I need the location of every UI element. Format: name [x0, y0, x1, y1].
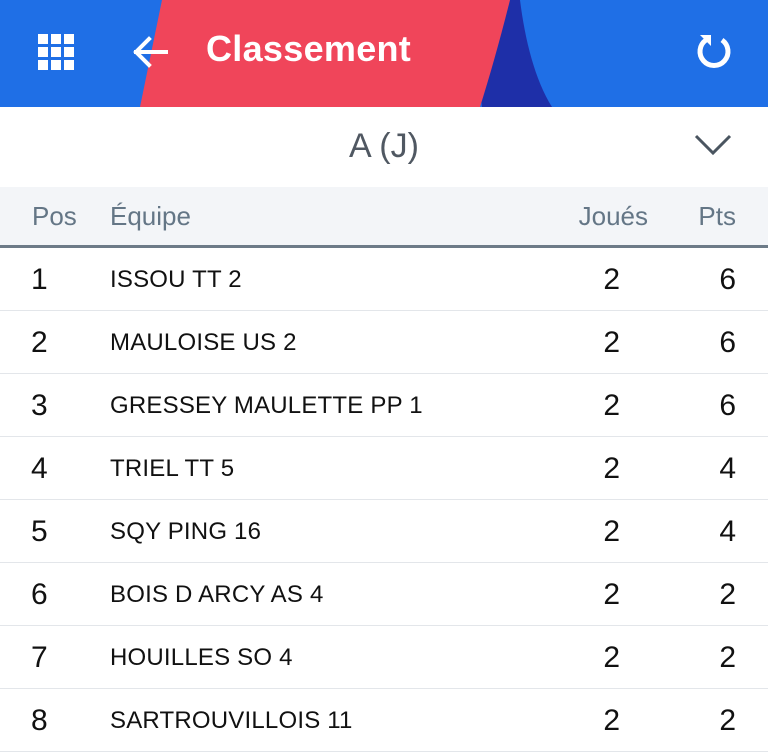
row-played: 2 [603, 263, 620, 296]
table-row[interactable]: 8 SARTROUVILLOIS 11 2 2 [0, 689, 768, 752]
standings-table: 1 ISSOU TT 2 2 6 2 MAULOISE US 2 2 6 3 G… [0, 248, 768, 752]
row-points: 4 [719, 515, 736, 548]
refresh-button[interactable] [682, 20, 746, 84]
table-row[interactable]: 7 HOUILLES SO 4 2 2 [0, 626, 768, 689]
header-team: Équipe [110, 201, 191, 231]
table-row[interactable]: 6 BOIS D ARCY AS 4 2 2 [0, 563, 768, 626]
row-pos: 2 [31, 326, 48, 359]
row-points: 2 [719, 641, 736, 674]
table-row[interactable]: 1 ISSOU TT 2 2 6 [0, 248, 768, 311]
row-team: HOUILLES SO 4 [110, 644, 293, 671]
row-team: ISSOU TT 2 [110, 266, 242, 293]
header-played: Joués [578, 201, 648, 231]
chevron-down-icon [694, 134, 732, 156]
row-team: MAULOISE US 2 [110, 329, 297, 356]
row-team: SQY PING 16 [110, 518, 262, 545]
refresh-icon [697, 35, 731, 68]
header-points: Pts [698, 201, 736, 231]
back-button[interactable] [118, 20, 182, 84]
row-played: 2 [603, 578, 620, 611]
row-team: SARTROUVILLOIS 11 [110, 707, 353, 734]
row-played: 2 [603, 641, 620, 674]
row-points: 6 [719, 263, 736, 296]
app-bar: Classement [0, 0, 768, 107]
row-points: 6 [719, 389, 736, 422]
row-pos: 5 [31, 515, 48, 548]
table-header: Pos Équipe Joués Pts [0, 187, 768, 248]
grid-icon [38, 34, 74, 70]
table-row[interactable]: 4 TRIEL TT 5 2 4 [0, 437, 768, 500]
row-pos: 3 [31, 389, 48, 422]
header-pos: Pos [32, 201, 77, 231]
row-pos: 6 [31, 578, 48, 611]
row-points: 2 [719, 578, 736, 611]
row-team: TRIEL TT 5 [110, 455, 235, 482]
page-title: Classement [206, 28, 412, 69]
row-played: 2 [603, 326, 620, 359]
row-points: 6 [719, 326, 736, 359]
table-row[interactable]: 3 GRESSEY MAULETTE PP 1 2 6 [0, 374, 768, 437]
row-pos: 4 [31, 452, 48, 485]
row-played: 2 [603, 452, 620, 485]
row-played: 2 [603, 389, 620, 422]
apps-button[interactable] [24, 20, 88, 84]
row-pos: 8 [31, 704, 48, 737]
row-points: 4 [719, 452, 736, 485]
arrow-left-icon [133, 36, 168, 68]
row-team: GRESSEY MAULETTE PP 1 [110, 392, 423, 419]
row-pos: 7 [31, 641, 48, 674]
row-pos: 1 [31, 263, 48, 296]
table-row[interactable]: 2 MAULOISE US 2 2 6 [0, 311, 768, 374]
table-row[interactable]: 5 SQY PING 16 2 4 [0, 500, 768, 563]
group-selector[interactable]: A (J) [0, 107, 768, 187]
row-points: 2 [719, 704, 736, 737]
row-played: 2 [603, 704, 620, 737]
row-played: 2 [603, 515, 620, 548]
row-team: BOIS D ARCY AS 4 [110, 581, 324, 608]
group-selector-value: A (J) [349, 127, 419, 165]
